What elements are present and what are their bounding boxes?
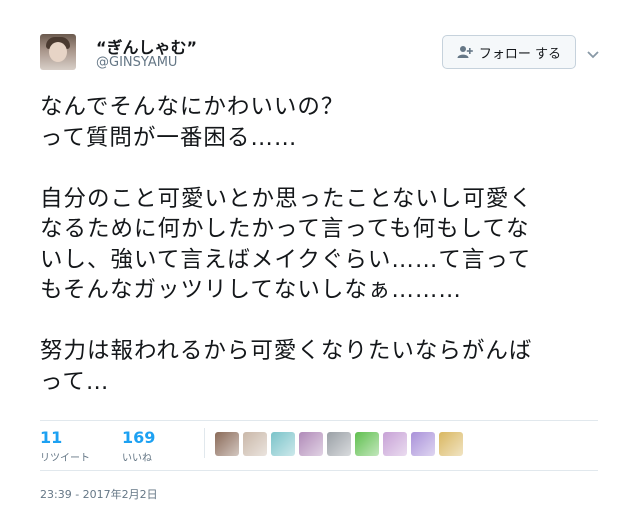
- liker-avatar[interactable]: [299, 432, 323, 456]
- tweet-line: もそんなガッツリしてないしなぁ………: [40, 277, 462, 303]
- like-label: いいね: [122, 453, 152, 464]
- user-handle[interactable]: @GINSYAMU: [96, 55, 177, 70]
- liker-avatar[interactable]: [411, 432, 435, 456]
- retweet-label: リツイート: [40, 453, 90, 464]
- follow-button-label: フォロー する: [478, 46, 562, 62]
- avatar-face: [49, 42, 67, 62]
- like-stat[interactable]: 169 いいね: [122, 428, 155, 464]
- retweet-stat[interactable]: 11 リツイート: [40, 428, 90, 464]
- timestamp[interactable]: 23:39 - 2017年2月2日: [40, 486, 158, 502]
- liker-avatar[interactable]: [383, 432, 407, 456]
- divider-top: [40, 420, 598, 421]
- liker-avatar[interactable]: [215, 432, 239, 456]
- tweet-line: [40, 306, 610, 337]
- liker-avatars: [215, 432, 463, 456]
- divider-bottom: [40, 470, 598, 471]
- tweet-line: いし、強いて言えばメイクぐらい……て言って: [40, 246, 532, 273]
- tweet-line: 自分のこと可愛いとか思ったことないし可愛く: [40, 185, 533, 212]
- like-count: 169: [122, 428, 156, 447]
- retweet-count: 11: [40, 428, 63, 447]
- liker-avatar[interactable]: [271, 432, 295, 456]
- tweet-line: 努力は報われるから可愛くなりたいならがんば: [40, 338, 533, 364]
- user-avatar[interactable]: [40, 34, 76, 70]
- tweet-line: なるために何かしたかって言っても何もしてな: [40, 216, 530, 242]
- tweet-line: って…: [40, 368, 110, 395]
- chevron-down-icon[interactable]: [586, 45, 600, 59]
- liker-avatar[interactable]: [243, 432, 267, 456]
- liker-avatar[interactable]: [327, 432, 351, 456]
- liker-avatar[interactable]: [355, 432, 379, 456]
- tweet-line: [40, 153, 610, 184]
- tweet-text: なんでそんなにかわいいの？ って質問が一番困る…… 自分のこと可愛いとか思ったこ…: [40, 92, 610, 397]
- stats-separator: [204, 428, 205, 458]
- follow-button[interactable]: フォロー する: [442, 35, 576, 69]
- liker-avatar[interactable]: [439, 432, 463, 456]
- tweet-line: って質問が一番困る……: [40, 124, 298, 151]
- person-plus-icon: [457, 45, 473, 59]
- tweet-line: なんでそんなにかわいいの？: [40, 94, 345, 120]
